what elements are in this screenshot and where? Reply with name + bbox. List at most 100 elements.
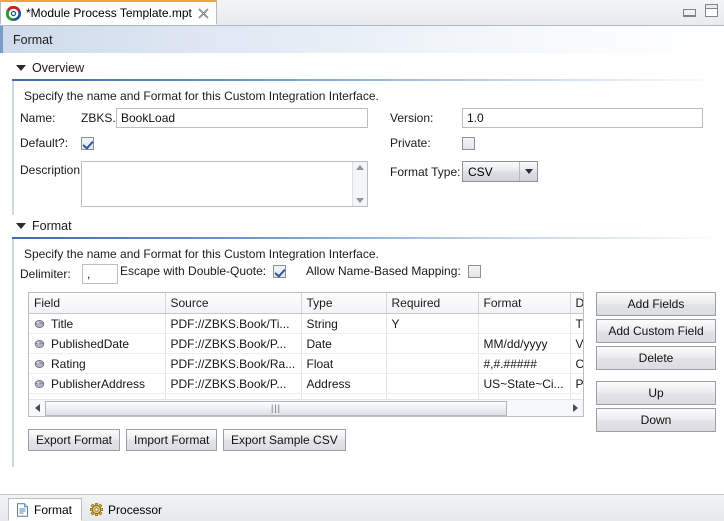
document-icon — [16, 502, 29, 517]
fields-grid: Field Source Type Required Format D — [29, 293, 583, 399]
tab-processor[interactable]: Processor — [82, 498, 172, 521]
cell-source[interactable]: PDF://ZBKS.Book/P... — [165, 373, 302, 394]
add-custom-field-button[interactable]: Add Custom Field — [596, 319, 716, 343]
page-title: Format — [13, 32, 53, 47]
delimiter-label: Delimiter: — [20, 267, 71, 281]
cell-source[interactable]: PDF://ZBKS.Book/Ra... — [165, 353, 302, 374]
description-scrollbar[interactable] — [352, 162, 367, 206]
fields-table-body: Title PDF://ZBKS.Book/Ti... String Y T P… — [29, 313, 583, 399]
section-header-overview[interactable]: Overview — [0, 53, 724, 79]
delete-button[interactable]: Delete — [596, 346, 716, 370]
private-row: Private: — [390, 136, 475, 150]
format-type-dropdown[interactable]: CSV — [462, 161, 538, 182]
name-row: Name: ZBKS. — [20, 108, 368, 128]
cell-format[interactable]: US~State~Ci... — [478, 373, 571, 394]
tab-format-label: Format — [34, 502, 73, 517]
default-row: Default?: — [20, 136, 94, 150]
escape-row: Escape with Double-Quote: — [120, 264, 287, 278]
column-header-field[interactable]: Field — [29, 293, 166, 314]
cell-d[interactable]: P — [570, 373, 583, 394]
scroll-right-icon[interactable] — [567, 400, 583, 416]
cell-required[interactable] — [386, 373, 479, 394]
version-row: Version: — [390, 108, 703, 128]
cell-field[interactable]: Title — [29, 313, 166, 334]
form-body: Overview Specify the name and Format for… — [0, 53, 724, 506]
bottom-tab-bar: Format Processor — [0, 494, 724, 521]
down-button[interactable]: Down — [596, 408, 716, 432]
cell-format[interactable] — [478, 313, 571, 334]
mapping-label: Allow Name-Based Mapping: — [306, 264, 461, 278]
cell-field[interactable]: Rating — [29, 353, 166, 374]
editor-tab-module-process-template[interactable]: *Module Process Template.mpt — [0, 0, 217, 25]
cell-field[interactable]: PublishedDate — [29, 333, 166, 354]
maximize-icon[interactable] — [705, 4, 718, 17]
private-label: Private: — [390, 136, 431, 150]
version-input[interactable] — [462, 108, 703, 128]
cell-type[interactable]: String — [301, 313, 387, 334]
table-row[interactable]: Rating PDF://ZBKS.Book/Ra... Float #,#.#… — [29, 353, 583, 374]
up-button[interactable]: Up — [596, 381, 716, 405]
description-textarea[interactable] — [82, 162, 352, 204]
field-sphere-icon — [34, 318, 45, 329]
name-prefix-label: ZBKS. — [81, 111, 116, 125]
cell-d[interactable]: V — [570, 333, 583, 354]
overview-description: Specify the name and Format for this Cus… — [24, 89, 379, 103]
chevron-down-icon[interactable] — [519, 162, 537, 181]
export-format-button[interactable]: Export Format — [28, 429, 121, 451]
column-header-required[interactable]: Required — [386, 293, 479, 314]
delimiter-row: Delimiter: — [20, 264, 118, 284]
overview-section-body: Specify the name and Format for this Cus… — [12, 81, 724, 215]
scroll-track[interactable]: ||| — [45, 400, 567, 416]
table-row[interactable]: PublishedDate PDF://ZBKS.Book/P... Date … — [29, 333, 583, 354]
section-header-format[interactable]: Format — [0, 215, 724, 237]
private-checkbox[interactable] — [462, 136, 475, 150]
scroll-left-icon[interactable] — [29, 400, 45, 416]
close-icon[interactable] — [197, 7, 210, 20]
cell-d[interactable]: T — [570, 313, 583, 334]
mapping-row: Allow Name-Based Mapping: — [306, 264, 481, 278]
app-logo-icon — [6, 5, 21, 21]
cell-type[interactable]: Address — [301, 373, 387, 394]
cell-field[interactable]: PublisherAddress — [29, 373, 166, 394]
column-header-d[interactable]: D — [570, 293, 583, 314]
default-label: Default?: — [20, 136, 69, 150]
fields-table[interactable]: Field Source Type Required Format D — [28, 292, 584, 417]
cell-required[interactable] — [386, 333, 479, 354]
cell-required[interactable] — [386, 353, 479, 374]
table-row[interactable]: Title PDF://ZBKS.Book/Ti... String Y T — [29, 313, 583, 334]
delimiter-input[interactable] — [82, 264, 118, 284]
column-header-format[interactable]: Format — [478, 293, 571, 314]
cell-type[interactable]: Date — [301, 333, 387, 354]
description-textarea-wrap[interactable] — [81, 161, 368, 207]
table-horizontal-scrollbar[interactable]: ||| — [29, 399, 583, 416]
name-input[interactable] — [116, 108, 368, 128]
import-format-button[interactable]: Import Format — [126, 429, 218, 451]
table-row[interactable]: PublisherAddress PDF://ZBKS.Book/P... Ad… — [29, 373, 583, 394]
mapping-checkbox[interactable] — [467, 264, 481, 278]
cell-d[interactable]: C — [570, 353, 583, 374]
window-controls — [683, 4, 718, 17]
column-header-type[interactable]: Type — [301, 293, 387, 314]
editor-tab-strip: *Module Process Template.mpt — [0, 0, 724, 26]
escape-checkbox[interactable] — [273, 264, 287, 278]
cell-source[interactable]: PDF://ZBKS.Book/Ti... — [165, 313, 302, 334]
chevron-down-icon[interactable] — [16, 65, 26, 71]
description-label: Description: — [20, 163, 84, 177]
default-checkbox[interactable] — [81, 136, 94, 150]
cell-format[interactable]: MM/dd/yyyy — [478, 333, 571, 354]
add-fields-button[interactable]: Add Fields — [596, 292, 716, 316]
description-row: Description: — [20, 161, 368, 207]
scroll-down-icon[interactable] — [356, 198, 364, 203]
cell-type[interactable]: Float — [301, 353, 387, 374]
cell-required[interactable]: Y — [386, 313, 479, 334]
scroll-up-icon[interactable] — [356, 165, 364, 170]
cell-format[interactable]: #,#.##### — [478, 353, 571, 374]
column-header-source[interactable]: Source — [165, 293, 302, 314]
minimize-icon[interactable] — [683, 9, 696, 17]
tab-format[interactable]: Format — [8, 498, 83, 521]
grip-icon: ||| — [270, 402, 281, 413]
chevron-down-icon[interactable] — [16, 223, 26, 229]
export-sample-csv-button[interactable]: Export Sample CSV — [223, 429, 346, 451]
scroll-thumb[interactable]: ||| — [45, 400, 507, 416]
cell-source[interactable]: PDF://ZBKS.Book/P... — [165, 333, 302, 354]
